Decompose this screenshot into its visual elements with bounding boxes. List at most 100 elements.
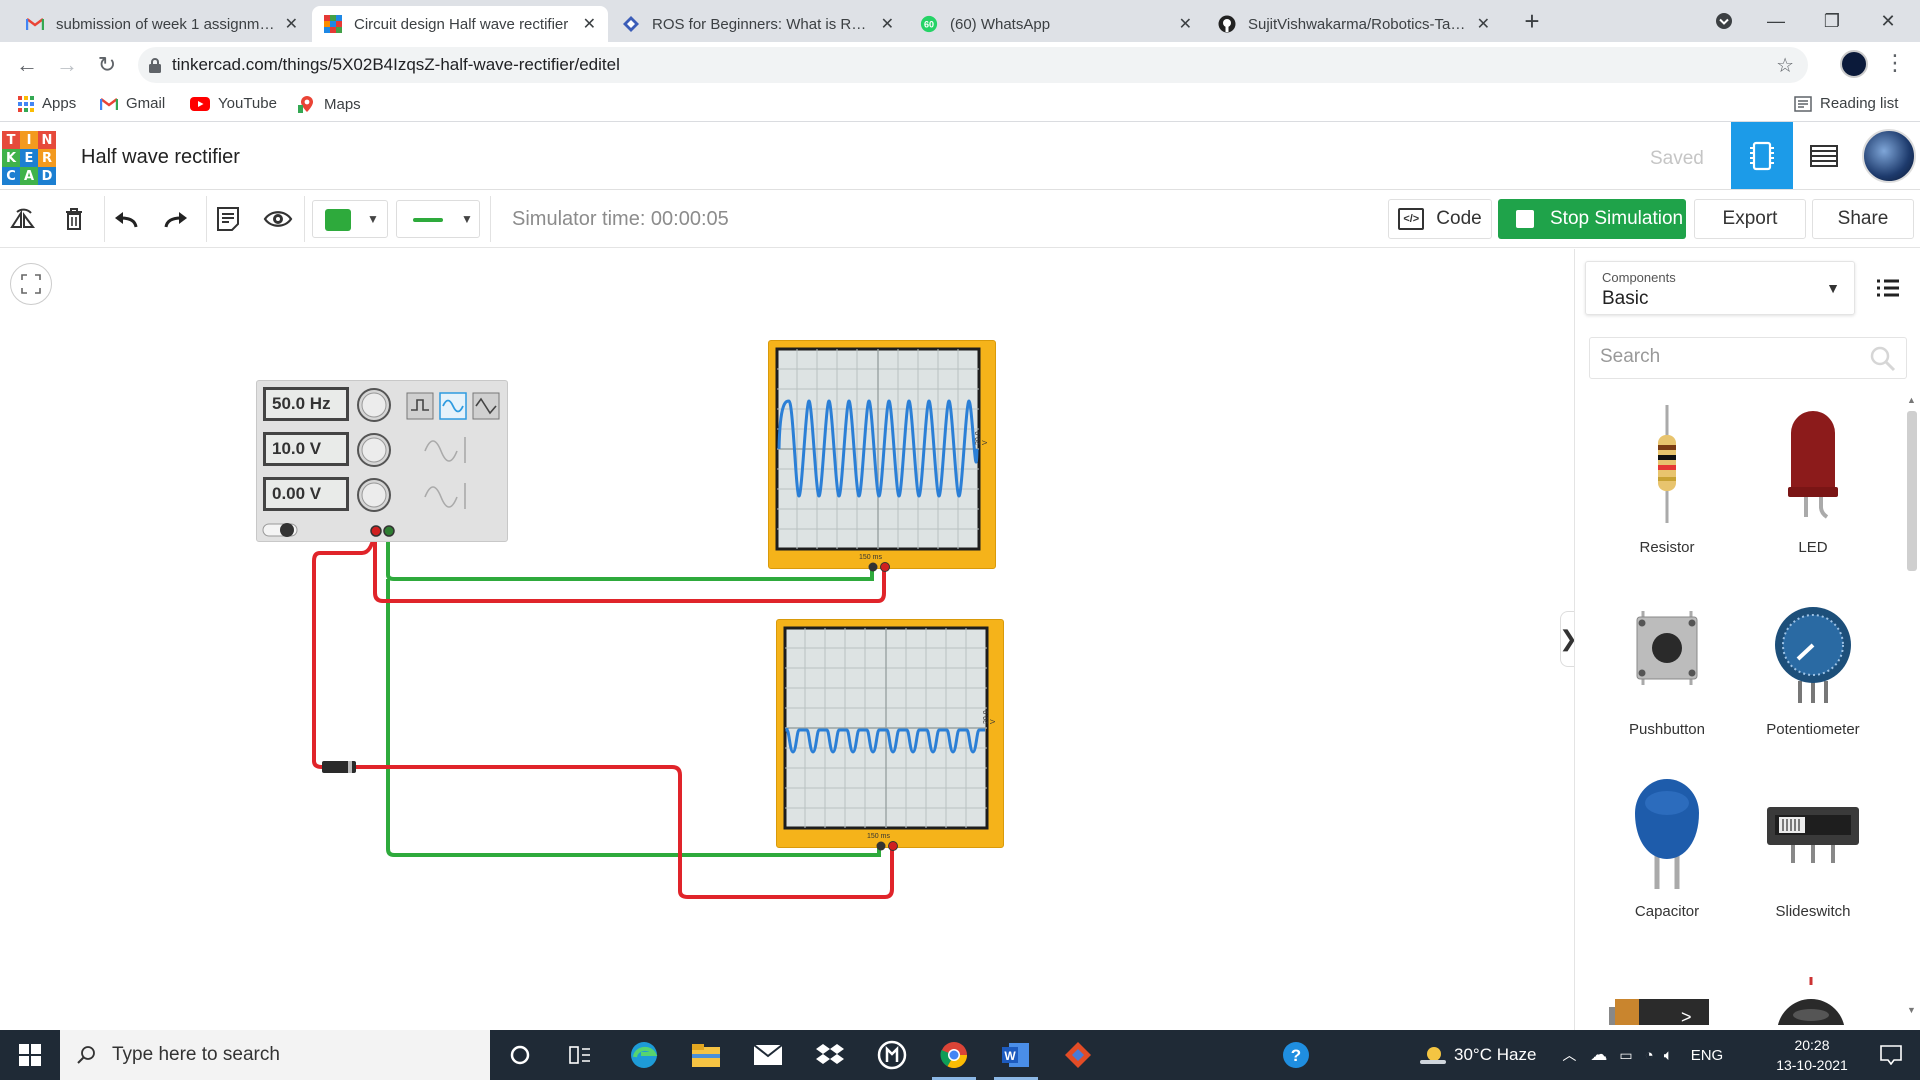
help-icon[interactable]: ? [1268,1030,1324,1080]
close-tab-icon[interactable]: ✕ [881,14,894,34]
component-label: Slideswitch [1775,903,1851,920]
oscilloscope-input[interactable]: 150 ms 20.0 V [768,340,996,572]
share-button[interactable]: Share [1812,199,1914,239]
triangle-wave-button[interactable] [472,392,500,420]
close-tab-icon[interactable]: ✕ [583,14,596,34]
dropbox-icon[interactable] [802,1030,858,1080]
circuit-view-button[interactable] [1731,122,1793,189]
oscilloscope-output[interactable]: 150 ms 20.0 V [776,619,1004,851]
stop-simulation-button[interactable]: Stop Simulation [1498,199,1686,239]
power-switch[interactable] [262,523,298,537]
component-slideswitch[interactable]: Slideswitch [1743,763,1883,933]
bookmark-youtube[interactable]: YouTube [190,95,277,112]
task-view-icon[interactable] [552,1030,608,1080]
rotate-icon[interactable] [8,203,40,235]
tab-github[interactable]: SujitVishwakarma/Robotics-Tasks ✕ [1206,6,1502,42]
amplitude-knob[interactable] [357,433,391,467]
battery-icon[interactable]: ▭ [1619,1047,1632,1064]
circuit-canvas[interactable]: 50.0 Hz 10.0 V 0.00 V 150 ms 20.0 V 150 … [0,249,1578,1030]
chrome-icon[interactable] [926,1030,982,1080]
code-label: Code [1436,208,1482,229]
component-battery[interactable]: > [1605,995,1725,1025]
bookmark-maps[interactable]: Maps [298,95,361,113]
code-button[interactable]: </> Code [1388,199,1492,239]
weather-text[interactable]: 30°C Haze [1454,1045,1536,1065]
components-category-select[interactable]: Components Basic ▼ [1585,261,1855,315]
bookmark-gmail[interactable]: Gmail [100,95,165,112]
wire-color-picker[interactable]: ▼ [312,200,388,238]
bookmark-star-icon[interactable]: ☆ [1776,53,1794,78]
mail-icon[interactable] [740,1030,796,1080]
list-view-icon[interactable] [1871,271,1905,305]
design-title[interactable]: Half wave rectifier [81,146,240,169]
close-tab-icon[interactable]: ✕ [285,14,298,34]
user-avatar[interactable] [1862,129,1916,183]
new-tab-icon[interactable]: + [1512,6,1552,36]
toolbar-divider [304,196,305,242]
components-selected: Basic [1602,288,1649,309]
close-tab-icon[interactable]: ✕ [1179,14,1192,34]
scroll-down-icon[interactable]: ▼ [1907,1005,1916,1015]
bookmark-label: YouTube [218,95,277,112]
tab-ros[interactable]: ROS for Beginners: What is ROS? ✕ [610,6,906,42]
diode[interactable] [322,761,356,773]
address-bar[interactable]: tinkercad.com/things/5X02B4IzqsZ-half-wa… [138,47,1808,83]
frequency-knob[interactable] [357,388,391,422]
function-generator[interactable]: 50.0 Hz 10.0 V 0.00 V [256,380,508,542]
notification-icon[interactable] [1862,1030,1920,1080]
edge-icon[interactable] [616,1030,672,1080]
notes-icon[interactable] [212,203,244,235]
word-icon[interactable]: W [988,1030,1044,1080]
back-icon[interactable]: ← [12,50,42,80]
redo-icon[interactable] [160,203,192,235]
minimize-icon[interactable]: — [1756,6,1796,36]
browser-menu-icon[interactable]: ⋮ [1884,50,1906,76]
component-list-view-button[interactable] [1793,122,1855,189]
volume-icon[interactable]: 🔈︎ [1664,1047,1673,1064]
language-indicator[interactable]: ENG [1691,1047,1724,1064]
taskbar-search-box[interactable]: Type here to search [60,1030,490,1080]
bookmark-apps[interactable]: Apps [18,95,76,112]
forward-icon[interactable]: → [52,50,82,80]
component-potentiometer[interactable]: Potentiometer [1743,581,1883,751]
component-led[interactable]: LED [1743,399,1883,569]
maximize-icon[interactable]: ❐ [1812,6,1852,36]
tab-tinkercad[interactable]: Circuit design Half wave rectifier ✕ [312,6,608,42]
component-pushbutton[interactable]: Pushbutton [1597,581,1737,751]
app-icon[interactable] [864,1030,920,1080]
close-window-icon[interactable]: ✕ [1868,6,1908,36]
file-explorer-icon[interactable] [678,1030,734,1080]
tinkercad-header: T I N K E R C A D Half wave rectifier Sa… [0,122,1920,190]
square-wave-button[interactable] [406,392,434,420]
git-icon[interactable] [1050,1030,1106,1080]
windows-start-icon[interactable] [0,1030,60,1080]
component-piezo[interactable] [1771,975,1851,1025]
clock[interactable]: 20:28 13-10-2021 [1762,1035,1862,1075]
scroll-up-icon[interactable]: ▲ [1907,395,1916,405]
reload-icon[interactable]: ↻ [92,50,122,80]
scroll-thumb[interactable] [1907,411,1917,571]
component-resistor[interactable]: Resistor [1597,399,1737,569]
onedrive-icon[interactable]: ☁ [1590,1045,1607,1065]
component-capacitor[interactable]: Capacitor [1597,763,1737,933]
chevron-up-icon[interactable]: ︿ [1562,1045,1576,1065]
export-button[interactable]: Export [1694,199,1806,239]
tinkercad-logo[interactable]: T I N K E R C A D [2,131,56,185]
tab-search-icon[interactable] [1704,6,1744,36]
close-tab-icon[interactable]: ✕ [1477,14,1490,34]
tab-title: (60) WhatsApp [950,15,1051,33]
tab-whatsapp[interactable]: 60 (60) WhatsApp ✕ [908,6,1204,42]
sine-wave-button[interactable] [439,392,467,420]
component-search-input[interactable]: Search [1589,337,1907,379]
tab-gmail[interactable]: submission of week 1 assignment ✕ [14,6,310,42]
panel-scrollbar[interactable]: ▲ ▼ [1905,395,1919,1015]
browser-profile-avatar[interactable] [1840,50,1868,78]
cortana-icon[interactable] [492,1030,548,1080]
undo-icon[interactable] [110,203,142,235]
dc-offset-knob[interactable] [357,478,391,512]
wifi-icon[interactable]: ◔ [1645,1047,1654,1064]
visibility-icon[interactable] [262,203,294,235]
wire-type-picker[interactable]: ▼ [396,200,480,238]
delete-icon[interactable] [58,203,90,235]
reading-list[interactable]: Reading list [1794,95,1898,112]
